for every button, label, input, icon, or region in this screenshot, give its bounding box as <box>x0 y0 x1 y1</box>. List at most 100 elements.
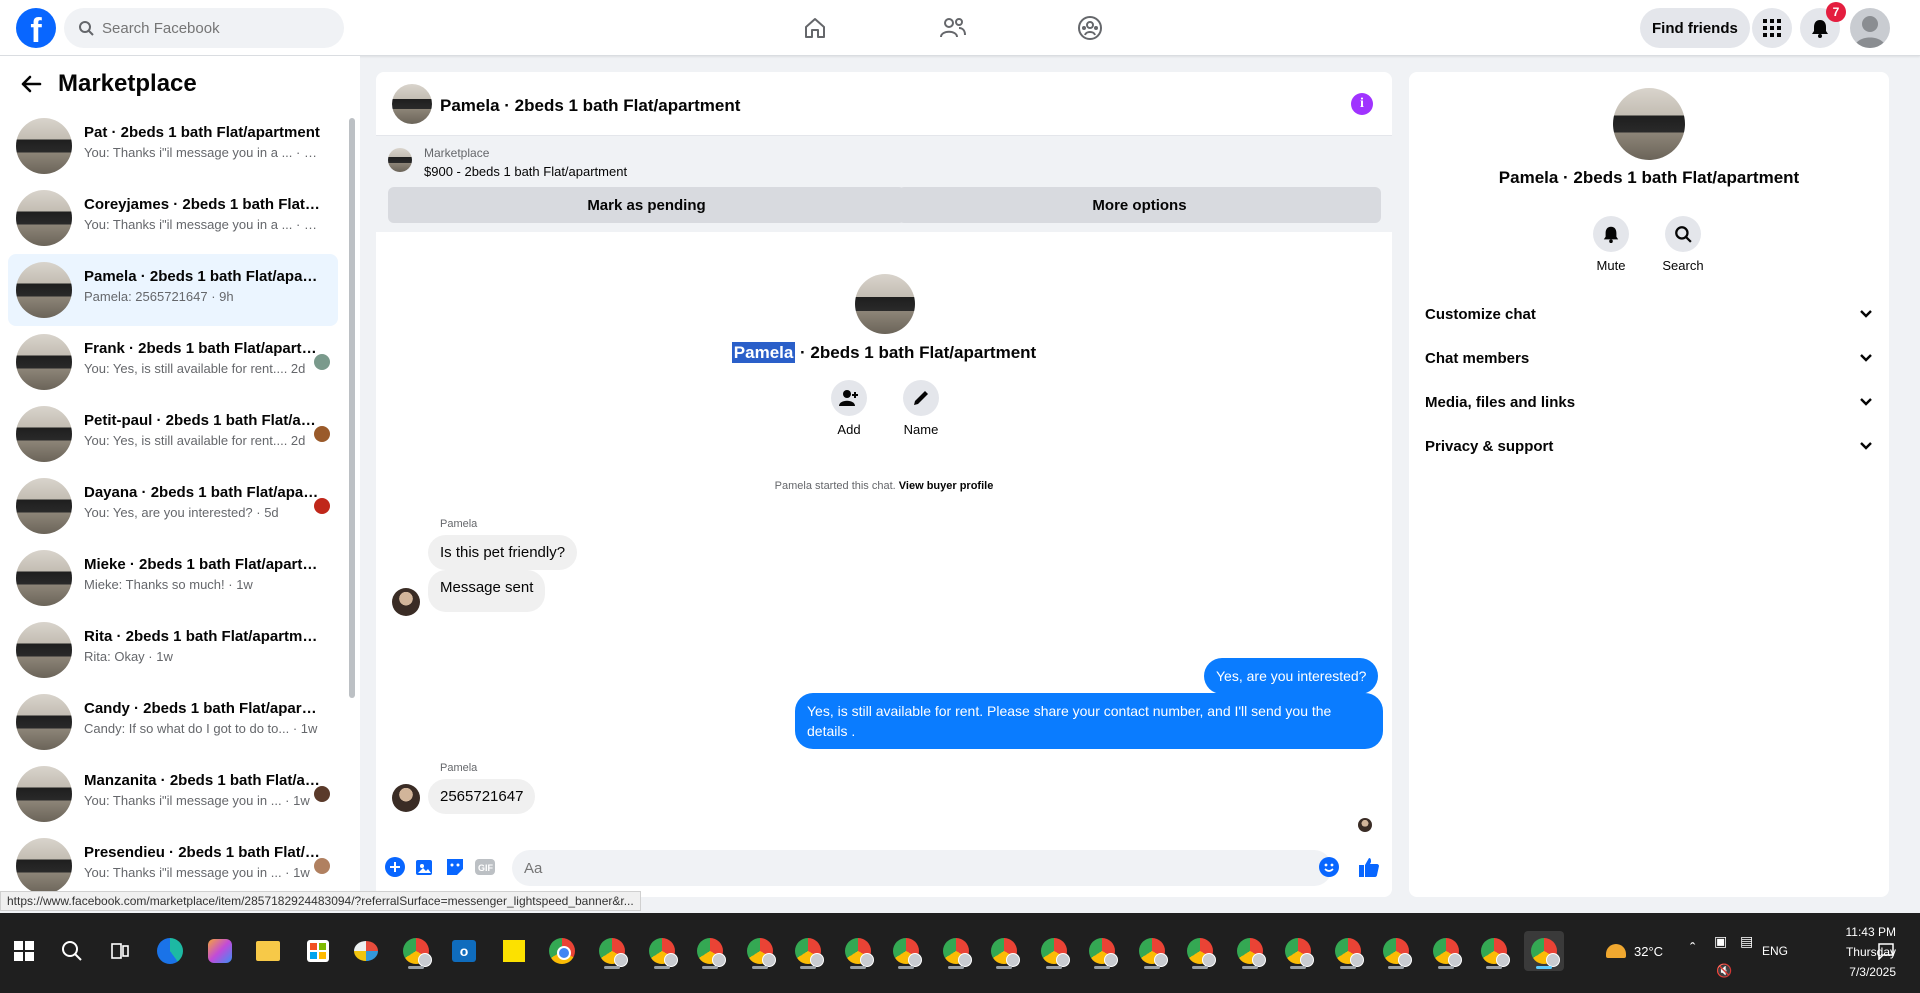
task-view-icon[interactable] <box>100 931 140 971</box>
chrome-profile-icon[interactable] <box>1082 931 1122 971</box>
chrome-profile-icon-active[interactable] <box>1524 931 1564 971</box>
chat-avatar[interactable] <box>392 84 432 124</box>
chrome-profile-icon[interactable] <box>1474 931 1514 971</box>
windows-start-icon[interactable] <box>4 931 44 971</box>
chrome-profile-icon[interactable] <box>984 931 1024 971</box>
customize-chat-section[interactable]: Customize chat <box>1425 294 1873 334</box>
menu-grid-icon[interactable] <box>1752 8 1792 48</box>
profile-avatar[interactable] <box>1850 8 1890 48</box>
incoming-message[interactable]: 2565721647 <box>428 779 536 814</box>
chrome-profile-icon[interactable] <box>1376 931 1416 971</box>
incoming-message[interactable]: Is this pet friendly? <box>428 535 578 570</box>
view-buyer-profile-link[interactable]: View buyer profile <box>899 480 994 492</box>
conversation-item-active[interactable]: Pamela · 2beds 1 bath Flat/apartment Pame… <box>8 254 338 326</box>
more-options-button[interactable]: More options <box>898 187 1381 223</box>
media-files-links-section[interactable]: Media, files and links <box>1425 382 1873 422</box>
chrome-profile-icon[interactable] <box>1230 931 1270 971</box>
store-icon[interactable] <box>298 931 338 971</box>
chrome-profile-icon[interactable] <box>936 931 976 971</box>
edge-icon[interactable] <box>150 931 190 971</box>
details-avatar[interactable] <box>1613 88 1685 160</box>
outgoing-message[interactable]: Yes, is still available for rent. Please… <box>795 693 1383 749</box>
add-button[interactable]: Add <box>819 380 879 437</box>
conversation-item[interactable]: Mieke · 2beds 1 bath Flat/apartment Mieke… <box>8 542 338 614</box>
chevron-up-icon[interactable]: ˆ <box>1690 941 1695 959</box>
name-button[interactable]: Name <box>891 380 951 437</box>
network-icon[interactable]: ▤ <box>1740 933 1753 950</box>
chrome-profile-icon[interactable] <box>838 931 878 971</box>
chrome-profile-icon[interactable] <box>886 931 926 971</box>
conversation-item[interactable]: Frank · 2beds 1 bath Flat/apartment You: … <box>8 326 338 398</box>
copilot-icon[interactable] <box>200 931 240 971</box>
conversation-preview: Mieke: Thanks so much! · 1w <box>84 577 253 592</box>
chrome-profile-icon[interactable] <box>690 931 730 971</box>
find-friends-button[interactable]: Find friends <box>1640 8 1750 48</box>
message-input[interactable] <box>512 850 1332 886</box>
conversation-item[interactable]: Manzanita · 2beds 1 bath Flat/apartment Y… <box>8 758 338 830</box>
chrome-profile-icon[interactable] <box>1426 931 1466 971</box>
outgoing-message[interactable]: Yes, are you interested? <box>1204 658 1379 694</box>
chat-profile-avatar[interactable] <box>855 274 915 334</box>
incoming-message[interactable]: Message sent <box>428 570 546 612</box>
temperature[interactable]: 32°C <box>1634 944 1663 959</box>
chrome-profile-icon[interactable] <box>592 931 632 971</box>
chat-title[interactable]: Pamela · 2beds 1 bath Flat/apartment <box>440 96 740 116</box>
pencil-icon <box>914 391 928 405</box>
chrome-profile-icon[interactable] <box>1034 931 1074 971</box>
chrome-profile-icon[interactable] <box>788 931 828 971</box>
notification-center-icon[interactable] <box>1866 931 1906 971</box>
conversation-item[interactable]: Petit-paul · 2beds 1 bath Flat/apartment… <box>8 398 338 470</box>
sidebar-scrollbar[interactable] <box>349 118 355 698</box>
sender-avatar[interactable] <box>392 784 420 812</box>
notifications-button[interactable]: 7 <box>1800 2 1846 48</box>
back-arrow-icon[interactable] <box>20 74 42 94</box>
conversation-item[interactable]: Coreyjames · 2beds 1 bath Flat/apartment… <box>8 182 338 254</box>
thumbs-up-icon[interactable] <box>1358 856 1380 878</box>
privacy-support-section[interactable]: Privacy & support <box>1425 426 1873 466</box>
search-chat-button[interactable]: Search <box>1653 216 1713 273</box>
chrome-profile-icon[interactable] <box>1328 931 1368 971</box>
search-icon[interactable] <box>52 931 92 971</box>
facebook-logo-icon[interactable]: f <box>16 8 56 48</box>
conversation-item[interactable]: Pat · 2beds 1 bath Flat/apartment You: Th… <box>8 110 338 182</box>
section-label: Media, files and links <box>1425 393 1576 411</box>
listing-title[interactable]: $900 - 2beds 1 bath Flat/apartment <box>424 164 627 179</box>
friends-icon[interactable] <box>937 12 969 44</box>
sticky-notes-icon[interactable] <box>494 931 534 971</box>
mute-button[interactable]: Mute <box>1581 216 1641 273</box>
chrome-icon[interactable] <box>542 931 582 971</box>
volume-muted-icon[interactable]: 🔇 <box>1716 963 1732 979</box>
info-icon[interactable]: i <box>1351 93 1373 115</box>
search-box[interactable] <box>64 8 344 48</box>
chrome-profile-icon[interactable] <box>396 931 436 971</box>
chat-header: Pamela · 2beds 1 bath Flat/apartment i <box>376 72 1392 136</box>
sender-avatar[interactable] <box>392 588 420 616</box>
emoji-icon[interactable] <box>1318 856 1340 878</box>
conversation-item[interactable]: Rita · 2beds 1 bath Flat/apartment Rita: … <box>8 614 338 686</box>
chat-profile-name-rest: · 2beds 1 bath Flat/apartment <box>795 343 1037 362</box>
paint-icon[interactable] <box>346 931 386 971</box>
conversation-item[interactable]: Dayana · 2beds 1 bath Flat/apartment You:… <box>8 470 338 542</box>
conversation-item[interactable]: Candy · 2beds 1 bath Flat/apartment Candy… <box>8 686 338 758</box>
groups-icon[interactable] <box>1074 12 1106 44</box>
gif-icon[interactable]: GIF <box>474 856 496 878</box>
chrome-profile-icon[interactable] <box>1180 931 1220 971</box>
listing-thumbnail[interactable] <box>388 148 412 172</box>
chat-members-section[interactable]: Chat members <box>1425 338 1873 378</box>
outlook-icon[interactable]: o <box>444 931 484 971</box>
chrome-profile-icon[interactable] <box>1278 931 1318 971</box>
sticker-icon[interactable] <box>444 856 466 878</box>
conversation-title: Presendieu · 2beds 1 bath Flat/apartment <box>84 844 320 861</box>
file-explorer-icon[interactable] <box>248 931 288 971</box>
photo-icon[interactable] <box>414 856 436 878</box>
chrome-profile-icon[interactable] <box>642 931 682 971</box>
home-icon[interactable] <box>799 12 831 44</box>
plus-circle-icon[interactable] <box>384 856 406 878</box>
weather-icon[interactable] <box>1596 931 1636 971</box>
mark-as-pending-button[interactable]: Mark as pending <box>388 187 905 223</box>
chrome-profile-icon[interactable] <box>1132 931 1172 971</box>
chrome-profile-icon[interactable] <box>740 931 780 971</box>
search-input[interactable] <box>102 19 322 37</box>
meet-now-icon[interactable]: ▣ <box>1714 933 1727 950</box>
language-indicator[interactable]: ENG <box>1762 944 1788 958</box>
